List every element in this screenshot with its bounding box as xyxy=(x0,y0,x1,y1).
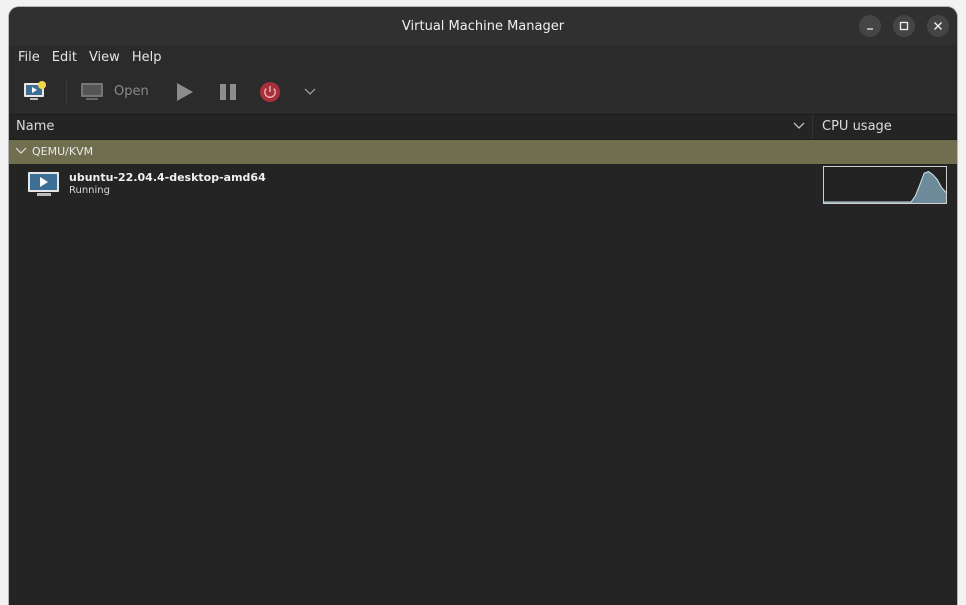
menu-file[interactable]: File xyxy=(12,50,46,65)
cpu-usage-graph xyxy=(823,166,947,204)
menu-help[interactable]: Help xyxy=(126,50,168,65)
open-button[interactable]: Open xyxy=(80,69,149,114)
cpu-usage-area xyxy=(824,171,946,203)
vm-row[interactable]: ubuntu-22.04.4-desktop-amd64 Running xyxy=(9,164,957,206)
vm-name: ubuntu-22.04.4-desktop-amd64 xyxy=(69,171,266,184)
pause-button[interactable] xyxy=(219,69,237,114)
maximize-button[interactable] xyxy=(893,15,915,37)
vm-status: Running xyxy=(69,185,110,196)
close-button[interactable] xyxy=(927,15,949,37)
monitor-icon xyxy=(81,82,103,100)
power-icon xyxy=(260,81,280,102)
minimize-button[interactable] xyxy=(859,15,881,37)
expander-chevron-icon[interactable] xyxy=(15,146,27,159)
cpu-usage-sparkline xyxy=(824,171,947,203)
column-cpu-usage[interactable]: CPU usage xyxy=(822,119,892,134)
close-icon xyxy=(934,22,942,30)
toolbar: Open xyxy=(9,69,957,115)
vm-running-icon xyxy=(28,171,60,203)
shutdown-button[interactable] xyxy=(259,69,281,114)
new-vm-button[interactable] xyxy=(22,69,48,114)
menubar: File Edit View Help xyxy=(9,45,957,69)
menu-edit[interactable]: Edit xyxy=(46,50,83,65)
titlebar: Virtual Machine Manager xyxy=(9,7,957,45)
open-label: Open xyxy=(114,84,149,99)
run-button[interactable] xyxy=(176,69,194,114)
chevron-down-icon xyxy=(304,88,316,95)
play-icon xyxy=(177,82,193,101)
menu-view[interactable]: View xyxy=(83,50,126,65)
vmm-window: Virtual Machine Manager File Edit View H… xyxy=(9,7,957,605)
new-vm-icon xyxy=(24,80,46,100)
column-name[interactable]: Name xyxy=(16,119,54,134)
pause-icon xyxy=(220,83,236,100)
maximize-icon xyxy=(899,21,909,31)
sort-chevron-icon[interactable] xyxy=(793,120,805,135)
connection-group-row[interactable]: QEMU/KVM xyxy=(9,140,957,164)
window-title: Virtual Machine Manager xyxy=(401,18,565,34)
list-header: Name CPU usage xyxy=(9,115,957,140)
connection-label: QEMU/KVM xyxy=(32,145,94,158)
minimize-icon xyxy=(867,28,873,30)
shutdown-menu-button[interactable] xyxy=(303,69,317,114)
